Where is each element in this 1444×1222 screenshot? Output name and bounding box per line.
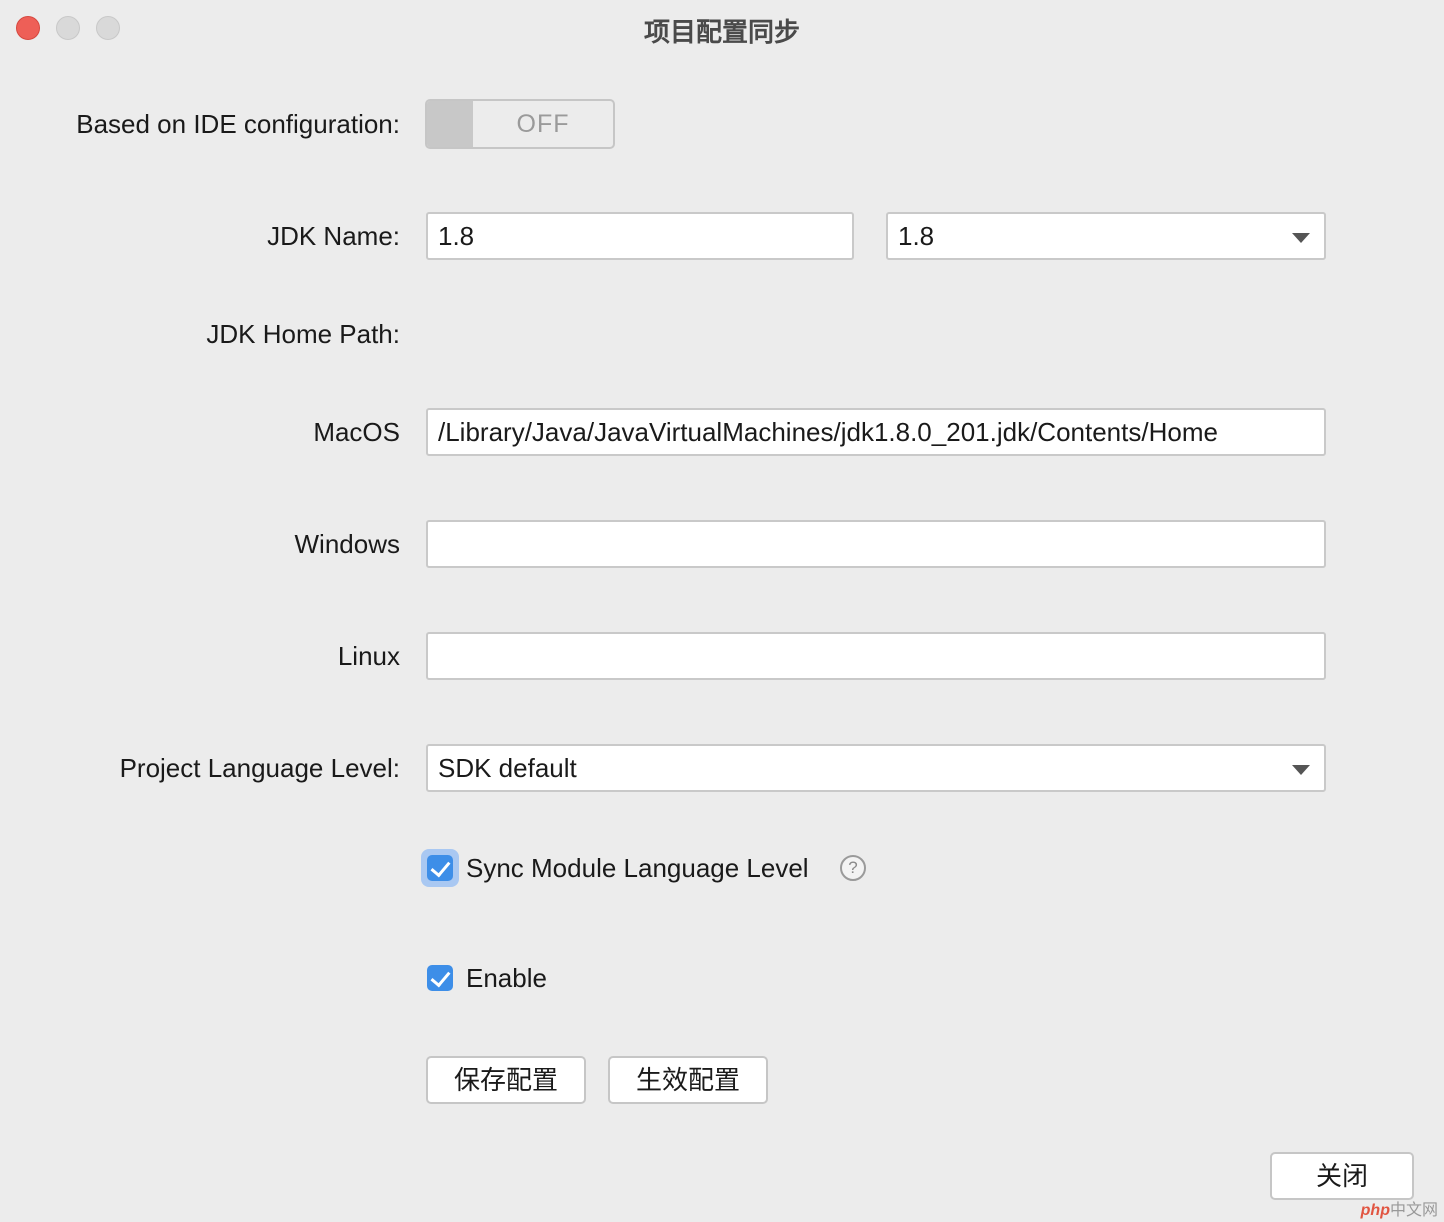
toggle-knob: [427, 101, 473, 147]
close-button[interactable]: 关闭: [1270, 1152, 1414, 1200]
chevron-down-icon: [1292, 233, 1310, 243]
settings-window: 项目配置同步 Based on IDE configuration: OFF J…: [0, 0, 1444, 1222]
windows-path-input[interactable]: [426, 520, 1326, 568]
jdk-name-select-value: 1.8: [898, 221, 935, 251]
sync-module-checkbox[interactable]: [427, 855, 453, 881]
window-title: 项目配置同步: [643, 17, 800, 47]
ide-config-label: Based on IDE configuration:: [76, 109, 400, 139]
enable-checkbox[interactable]: [427, 965, 453, 991]
macos-label: MacOS: [313, 417, 400, 447]
help-icon[interactable]: ?: [840, 855, 866, 881]
sync-module-label[interactable]: Sync Module Language Level: [466, 853, 809, 884]
windows-label: Windows: [294, 529, 400, 559]
language-level-label: Project Language Level:: [119, 753, 400, 783]
jdk-name-label: JDK Name:: [267, 221, 400, 251]
macos-path-input[interactable]: /Library/Java/JavaVirtualMachines/jdk1.8…: [426, 408, 1326, 456]
save-config-button[interactable]: 保存配置: [426, 1056, 586, 1104]
language-level-select[interactable]: SDK default: [426, 744, 1326, 792]
enable-label[interactable]: Enable: [466, 963, 547, 994]
watermark-brand: php: [1360, 1202, 1390, 1219]
jdk-home-path-label: JDK Home Path:: [206, 319, 400, 349]
checkmark-icon: [430, 856, 451, 878]
apply-config-button[interactable]: 生效配置: [608, 1056, 768, 1104]
ide-config-toggle[interactable]: OFF: [425, 99, 615, 149]
linux-path-input[interactable]: [426, 632, 1326, 680]
watermark-site: 中文网: [1389, 1202, 1438, 1219]
jdk-name-select[interactable]: 1.8: [886, 212, 1326, 260]
toggle-state-text: OFF: [516, 110, 570, 138]
title-bar: 项目配置同步: [0, 0, 1444, 56]
site-watermark: php中文网: [1361, 1196, 1438, 1220]
chevron-down-icon: [1292, 765, 1310, 775]
linux-label: Linux: [337, 641, 400, 671]
language-level-value: SDK default: [438, 753, 577, 783]
jdk-name-input[interactable]: 1.8: [426, 212, 854, 260]
checkmark-icon: [430, 966, 451, 988]
